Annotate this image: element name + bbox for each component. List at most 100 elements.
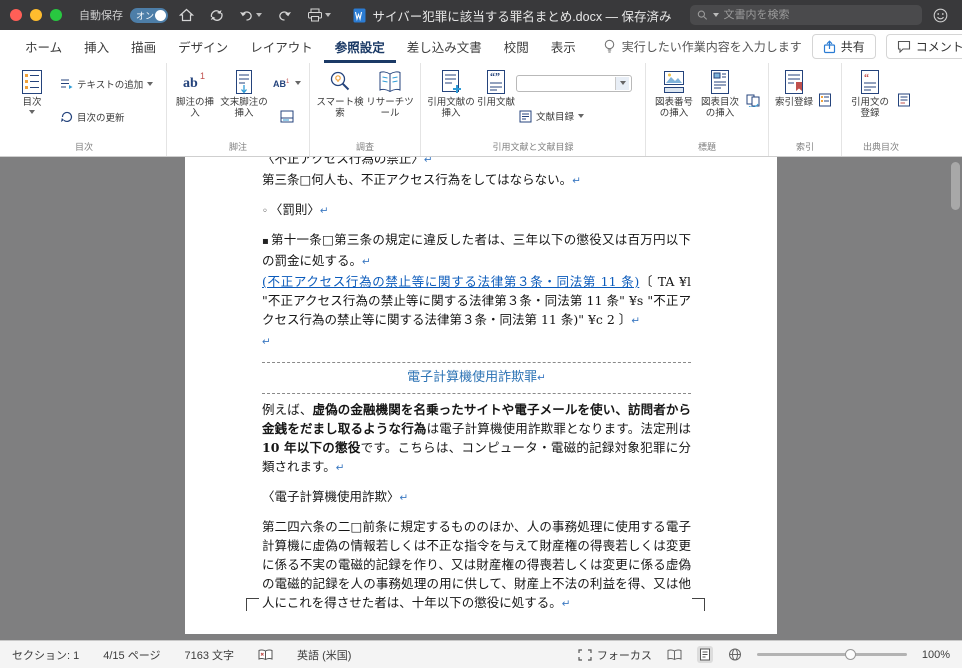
- zoom-level[interactable]: 100%: [922, 649, 950, 661]
- paragraph-fraud: 例えば、虚偽の金融機関を名乗ったサイトや電子メールを使い、訪問者から金銭をだまし…: [262, 400, 691, 478]
- insert-citation-button[interactable]: 引用文献の挿入: [426, 65, 476, 119]
- comments-label: コメント: [915, 40, 962, 54]
- add-text-icon: [61, 79, 73, 89]
- next-footnote-chevron-icon: [295, 81, 301, 86]
- insert-tof-button[interactable]: 図表目次の挿入: [697, 65, 743, 119]
- title-area: サイバー犯罪に該当する罪名まとめ.docx — 保存済み: [342, 6, 683, 25]
- search-input[interactable]: [723, 9, 915, 21]
- toc-chevron-icon: [29, 110, 35, 114]
- proofing-button[interactable]: [258, 649, 273, 661]
- tab-home[interactable]: ホーム: [14, 30, 73, 63]
- paragraph-mark: ↵: [631, 315, 641, 327]
- insert-index-button[interactable]: [815, 91, 835, 109]
- smart-lookup-icon: [330, 71, 350, 91]
- mark-citation-button[interactable]: “ 引用文の登録: [847, 65, 893, 119]
- tab-mailings[interactable]: 差し込み文書: [396, 30, 493, 63]
- researcher-icon: [379, 71, 401, 93]
- tab-review[interactable]: 校閲: [493, 30, 540, 63]
- tab-layout[interactable]: レイアウト: [239, 30, 324, 63]
- svg-text:1: 1: [286, 79, 290, 85]
- smart-lookup-label: スマート検索: [316, 97, 364, 119]
- text-boundary-mark: [692, 598, 705, 611]
- smart-lookup-button[interactable]: スマート検索: [315, 65, 365, 119]
- close-button[interactable]: [10, 9, 22, 21]
- tell-me-box[interactable]: 実行したい作業内容を入力します: [603, 30, 802, 63]
- bibliography-label: 文献目録: [536, 112, 575, 124]
- tell-me-label: 実行したい作業内容を入力します: [621, 40, 802, 54]
- document-icon: [353, 8, 366, 22]
- read-mode-button[interactable]: [667, 649, 682, 661]
- fullscreen-button[interactable]: [50, 9, 62, 21]
- autosave-state: オン: [136, 10, 155, 21]
- researcher-label: リサーチツール: [366, 97, 414, 119]
- ribbon-group-captions: 図表番号の挿入 図表目次の挿入 標題: [646, 63, 769, 156]
- cross-reference-button[interactable]: [743, 92, 763, 109]
- word-window: 自動保存 オン サイバー犯罪に該当する罪名まとめ.docx — 保存済み 文書内…: [0, 0, 962, 668]
- tab-insert[interactable]: 挿入: [73, 30, 120, 63]
- tab-design[interactable]: デザイン: [167, 30, 239, 63]
- text-run: 第三条□何人も、不正アクセス行為をしてはならない。: [262, 172, 573, 187]
- vertical-scrollbar-thumb[interactable]: [951, 162, 960, 210]
- paragraph-mark: ↵: [423, 157, 433, 166]
- researcher-button[interactable]: リサーチツール: [365, 65, 415, 119]
- tab-references[interactable]: 参照設定: [323, 30, 396, 63]
- mark-entry-button[interactable]: 索引登録: [774, 65, 814, 108]
- lightbulb-icon: [604, 39, 615, 53]
- insert-footnote-button[interactable]: ab 1 脚注の挿入: [172, 65, 218, 119]
- show-notes-button[interactable]: [277, 108, 297, 125]
- document-page[interactable]: 〈不正アクセス行為の禁止〉↵ 第三条□何人も、不正アクセス行為をしてはならない。…: [185, 157, 777, 634]
- add-text-button[interactable]: テキストの追加: [57, 75, 161, 93]
- insert-caption-button[interactable]: 図表番号の挿入: [651, 65, 697, 119]
- toc-button[interactable]: 目次: [7, 65, 57, 114]
- ribbon-group-index: 索引登録 索引: [769, 63, 842, 156]
- page-indicator[interactable]: 4/15 ページ: [103, 647, 160, 663]
- word-count[interactable]: 7163 文字: [184, 647, 234, 663]
- text-run: は電子計算機使用詐欺罪となります。法定刑は: [426, 421, 691, 436]
- text-run-bold: 10 年以下の懲役: [262, 440, 361, 455]
- update-toc-label: 目次の更新: [77, 112, 125, 124]
- text-run: 〈罰則〉: [269, 202, 320, 217]
- citation-style-chevron-icon: [615, 76, 629, 90]
- group-label-footnotes: 脚注: [228, 142, 247, 152]
- print-layout-button[interactable]: [696, 646, 713, 663]
- bibliography-button[interactable]: 文献目録: [516, 107, 587, 125]
- citation-style-dropdown[interactable]: [516, 74, 632, 92]
- insert-toa-button[interactable]: [894, 91, 914, 109]
- tab-view[interactable]: 表示: [540, 30, 587, 63]
- zoom-slider-thumb[interactable]: [844, 649, 856, 660]
- redo-icon: [279, 10, 291, 21]
- comments-button[interactable]: コメント: [885, 34, 962, 59]
- undo-button[interactable]: [235, 4, 266, 26]
- insert-citation-label: 引用文献の挿入: [427, 97, 475, 119]
- ribbon-group-citations: 引用文献の挿入 “” 引用文献 文献目録 引用文献と文献目録: [421, 63, 646, 156]
- share-button[interactable]: 共有: [811, 34, 876, 59]
- autosave-toggle[interactable]: オン: [130, 7, 168, 23]
- search-box[interactable]: [690, 5, 922, 25]
- home-button[interactable]: [175, 4, 198, 26]
- citation-hyperlink[interactable]: (不正アクセス行為の禁止等に関する法律第３条・同法第 11 条): [262, 274, 639, 289]
- insert-endnote-button[interactable]: 文末脚注の挿入: [218, 65, 270, 119]
- home-icon: [179, 8, 194, 22]
- redo-button[interactable]: [273, 4, 296, 26]
- paragraph-heading-clipped: 〈不正アクセス行為の禁止〉↵: [262, 157, 691, 170]
- update-toc-button[interactable]: 目次の更新: [57, 108, 161, 126]
- language-selector[interactable]: 英語 (米国): [297, 647, 351, 663]
- web-layout-button[interactable]: [728, 648, 742, 661]
- next-footnote-icon: AB 1: [273, 79, 290, 89]
- print-button[interactable]: [303, 4, 335, 26]
- paragraph-mark: ↵: [262, 336, 271, 348]
- show-notes-icon: [280, 110, 294, 123]
- paragraph-mark: ↵: [319, 205, 329, 217]
- minimize-button[interactable]: [30, 9, 42, 21]
- next-footnote-button[interactable]: AB 1: [270, 75, 304, 91]
- focus-mode-button[interactable]: フォーカス: [578, 647, 652, 663]
- print-chevron-icon: [325, 13, 331, 17]
- text-run: 第十一条□第三条の規定に違反した者は、三年以下の懲役又は百万円以下の罰金に処する…: [262, 232, 692, 268]
- citations-label: 引用文献: [476, 97, 515, 108]
- zoom-slider[interactable]: [756, 649, 907, 660]
- tab-draw[interactable]: 描画: [120, 30, 167, 63]
- citations-button[interactable]: “” 引用文献: [476, 65, 516, 108]
- section-indicator[interactable]: セクション: 1: [12, 647, 79, 663]
- save-button[interactable]: [205, 4, 228, 26]
- feedback-button[interactable]: [929, 4, 952, 26]
